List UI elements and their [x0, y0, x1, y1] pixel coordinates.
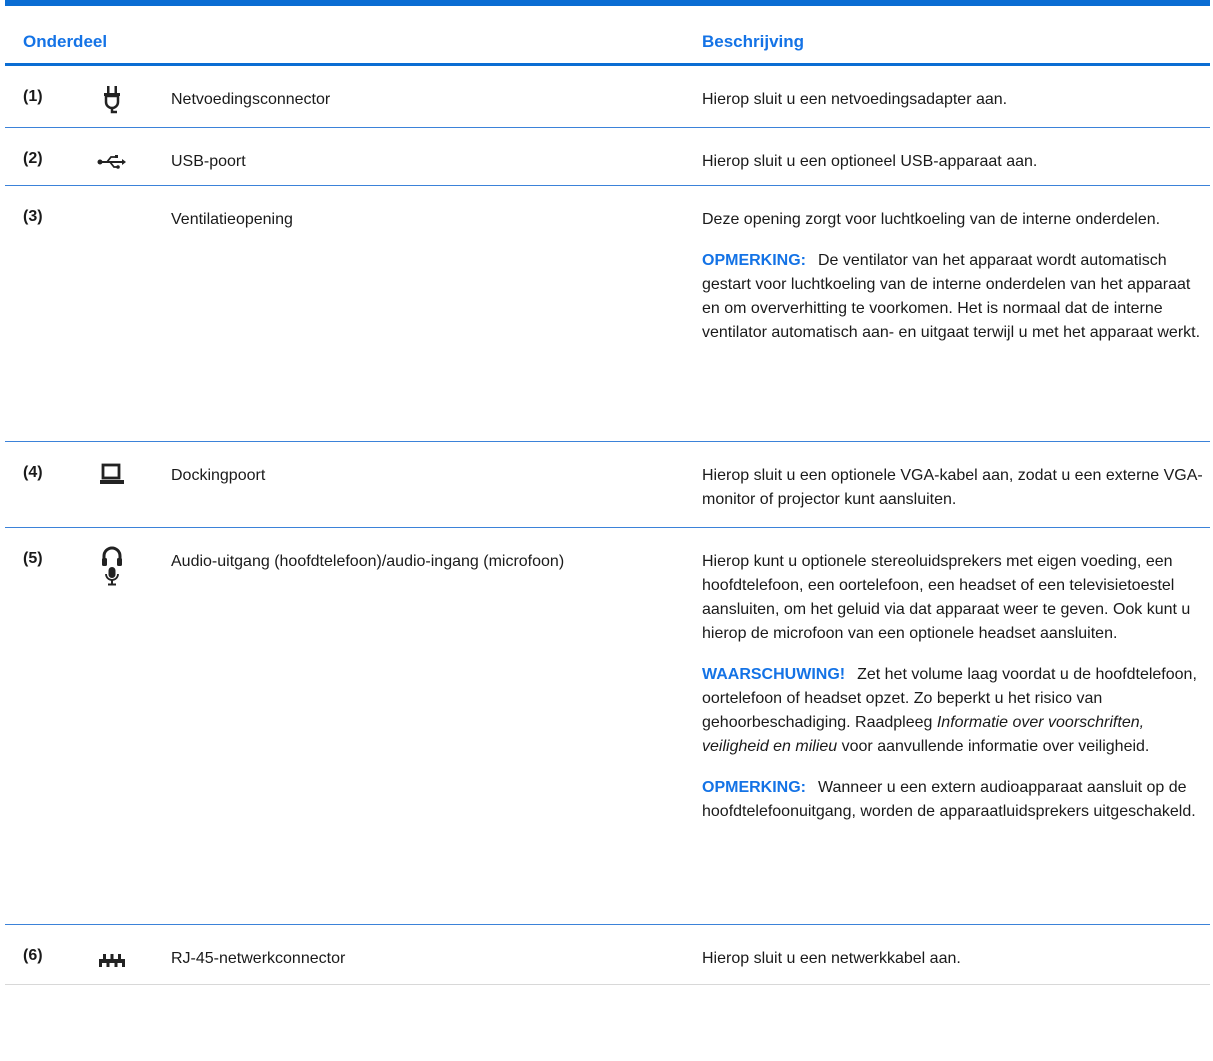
table-header: Onderdeel Beschrijving [5, 6, 1210, 66]
row-number: (3) [23, 208, 43, 225]
header-onderdeel: Onderdeel [23, 32, 108, 51]
component-name: Netvoedingsconnector [171, 91, 331, 108]
note: OPMERKING: De ventilator van het apparaat… [702, 252, 1201, 341]
component-description: Hierop kunt u optionele stereoluidspreke… [702, 550, 1207, 841]
network-icon [97, 943, 127, 977]
table-row: (4) Dockingpoort Hierop sluit u een opti… [5, 442, 1210, 528]
docking-port-icon [97, 460, 127, 494]
table-row: (5) Audio-uitgang (hoofdtelefoon)/audio-… [5, 528, 1210, 925]
note-label: OPMERKING: [702, 252, 806, 269]
component-table: Onderdeel Beschrijving (1) Netvoedingsco… [5, 0, 1210, 985]
header-beschrijving: Beschrijving [702, 32, 805, 51]
headphone-microphone-icon [97, 546, 127, 586]
row-number: (5) [23, 550, 43, 567]
component-name: USB-poort [171, 153, 246, 170]
table-row: (3) Ventilatieopening Deze opening zorgt… [5, 186, 1210, 442]
warning-label: WAARSCHUWING! [702, 666, 846, 683]
component-name: Audio-uitgang (hoofdtelefoon)/audio-inga… [171, 553, 565, 570]
component-description: Hierop sluit u een optionele VGA-kabel a… [702, 467, 1203, 508]
table-row: (2) USB-poort Hierop sluit u een optione… [5, 128, 1210, 186]
row-number: (1) [23, 88, 43, 105]
component-name: Ventilatieopening [171, 211, 293, 228]
power-plug-icon [97, 84, 127, 118]
row-number: (4) [23, 464, 43, 481]
component-description: Hierop sluit u een optioneel USB-apparaa… [702, 153, 1038, 170]
component-description: Hierop sluit u een netvoedingsadapter aa… [702, 91, 1008, 108]
table-row: (6) RJ-45-netwerkconnector Hierop sluit … [5, 925, 1210, 985]
table-row: (1) Netvoedingsconnector Hierop sluit u … [5, 66, 1210, 128]
warning: WAARSCHUWING! Zet het volume laag voordat… [702, 666, 1197, 755]
component-name: RJ-45-netwerkconnector [171, 950, 346, 967]
component-description: Hierop sluit u een netwerkkabel aan. [702, 950, 961, 967]
note-label: OPMERKING: [702, 779, 806, 796]
row-number: (6) [23, 947, 43, 964]
component-name: Dockingpoort [171, 467, 266, 484]
usb-icon [97, 146, 127, 180]
row-number: (2) [23, 150, 43, 167]
note: OPMERKING: Wanneer u een extern audioappa… [702, 779, 1196, 820]
component-description: Deze opening zorgt voor luchtkoeling van… [702, 208, 1207, 362]
